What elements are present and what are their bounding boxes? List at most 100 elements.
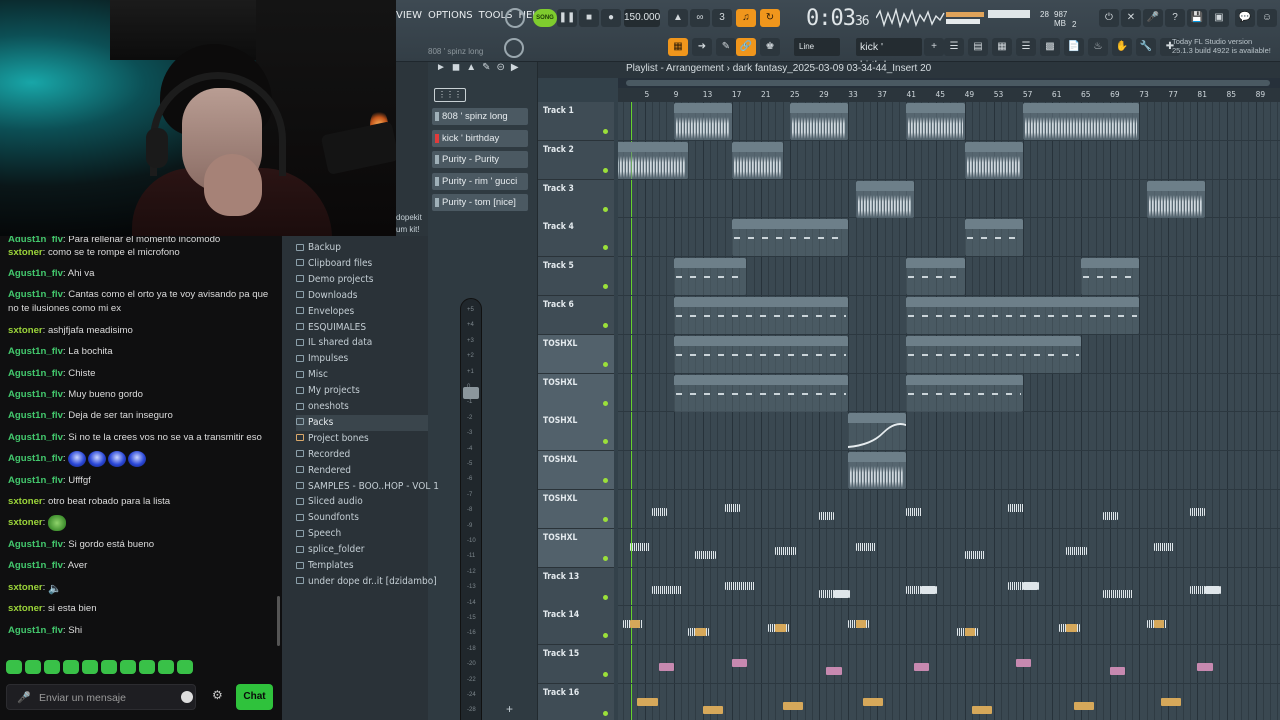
help-icon[interactable]: ? xyxy=(1165,9,1185,27)
quick-emote-icon[interactable] xyxy=(63,660,79,674)
snap-selector[interactable]: Line xyxy=(794,38,840,56)
audio-fragment[interactable] xyxy=(731,659,748,668)
quick-emote-icon[interactable] xyxy=(82,660,98,674)
playlist-clip[interactable]: Purit..ucci Purity..' gucci xyxy=(906,374,1023,412)
playlist-clip[interactable]: Param..x level xyxy=(848,413,907,451)
audio-fragment[interactable] xyxy=(1102,512,1119,520)
track-mute-led[interactable] xyxy=(603,206,608,212)
playlist-clip[interactable]: Dark Fantasy xyxy=(618,141,689,179)
countdown-icon[interactable]: 3 xyxy=(712,9,732,27)
browser-folder[interactable]: Backup xyxy=(296,240,341,256)
quick-emote-icon[interactable] xyxy=(101,660,117,674)
browser-folder[interactable]: Rendered xyxy=(296,463,351,479)
audio-fragment[interactable] xyxy=(1015,659,1031,668)
chat-username[interactable]: Agust1n_flv xyxy=(8,539,63,550)
browser-folder[interactable]: Project bones xyxy=(296,431,369,447)
piano-roll-icon[interactable]: ▤ xyxy=(968,38,988,56)
chat-username[interactable]: Agust1n_flv xyxy=(8,289,63,300)
add-pattern-icon[interactable]: + xyxy=(924,38,944,56)
chat-bubble-icon[interactable]: 💬 xyxy=(1235,9,1255,27)
track-mute-led[interactable] xyxy=(603,323,608,328)
track-header[interactable]: TOSHXL xyxy=(538,451,614,491)
browser-folder[interactable]: Soundfonts xyxy=(296,510,359,526)
audio-fragment[interactable] xyxy=(826,667,842,676)
playlist-clip[interactable]: 808 '..long 808 '..long xyxy=(731,219,849,257)
mic-record-icon[interactable]: 🎤 xyxy=(1143,9,1163,27)
arrangement-grid[interactable]: Dark Fantasy Dark Fantasy Dark F..asy #4 D… xyxy=(618,102,1280,720)
track-header[interactable]: TOSHXL xyxy=(538,373,614,413)
audio-fragment[interactable] xyxy=(695,628,706,637)
mic-icon[interactable]: 🎤 xyxy=(17,691,31,704)
browser-folder[interactable]: Sliced audio xyxy=(296,494,363,510)
audio-fragment[interactable] xyxy=(1102,589,1134,598)
audio-fragment[interactable] xyxy=(651,508,668,516)
add-channel-icon[interactable]: + xyxy=(506,702,513,716)
audio-fragment[interactable] xyxy=(702,706,724,714)
track-header[interactable]: TOSHXL xyxy=(538,412,614,452)
chat-scrollbar[interactable] xyxy=(277,596,280,646)
chat-username[interactable]: Agust1n_flv xyxy=(8,453,63,464)
chat-username[interactable]: sxtoner xyxy=(8,247,43,258)
audio-fragment[interactable] xyxy=(1153,542,1175,551)
plugin-icon[interactable]: ♨ xyxy=(1088,38,1108,56)
audio-fragment[interactable] xyxy=(862,698,884,706)
playlist-clip[interactable]: 808 '..z long xyxy=(964,219,1023,257)
loop-record-icon[interactable]: ↻ xyxy=(760,9,780,27)
touch-icon[interactable]: ✋ xyxy=(1112,38,1132,56)
stamp-icon[interactable]: ♚ xyxy=(760,38,780,56)
track-header[interactable]: TOSHXL xyxy=(538,334,614,374)
mixer-icon[interactable]: ☰ xyxy=(1016,38,1036,56)
browser-folder[interactable]: ESQUIMALES xyxy=(296,320,366,336)
audio-fragment[interactable] xyxy=(855,542,876,551)
cpu-icon[interactable]: ⏻ xyxy=(1099,9,1119,27)
chat-username[interactable]: Agust1n_flv xyxy=(8,475,63,486)
arrow-right-icon[interactable]: ➜ xyxy=(692,38,712,56)
menu-view[interactable]: VIEW xyxy=(396,10,422,21)
audio-fragment[interactable] xyxy=(695,550,716,559)
playlist-clip[interactable] xyxy=(848,452,907,490)
audio-fragment[interactable] xyxy=(775,624,786,633)
tempo-display[interactable]: 150.000 xyxy=(624,9,660,27)
gear-icon[interactable]: ⚙ xyxy=(212,688,223,702)
audio-fragment[interactable] xyxy=(1008,504,1024,512)
playlist-snap-icon[interactable]: ▦ xyxy=(668,38,688,56)
chat-username[interactable]: sxtoner xyxy=(8,325,43,336)
song-mode-toggle[interactable]: SONG xyxy=(533,9,557,27)
browser-folder[interactable]: Misc xyxy=(296,367,328,383)
account-icon[interactable]: ☺ xyxy=(1257,9,1277,27)
play-button[interactable]: ❚❚ xyxy=(557,9,577,27)
track-header[interactable]: Track 1 xyxy=(538,102,614,141)
master-pitch-knob[interactable] xyxy=(504,38,524,58)
step-edit-icon[interactable]: ♫ xyxy=(736,9,756,27)
chat-username[interactable]: Agust1n_flv xyxy=(8,625,63,636)
audio-fragment[interactable] xyxy=(1066,624,1077,633)
tools-icon[interactable]: ✕ xyxy=(1121,9,1141,27)
playlist-clip[interactable]: Dar..y #2 xyxy=(964,141,1023,179)
pattern-item[interactable]: Purity - rim ' gucci xyxy=(432,172,528,190)
track-mute-led[interactable] xyxy=(603,284,608,290)
quick-emote-icon[interactable] xyxy=(177,660,193,674)
quick-emote-icon[interactable] xyxy=(25,660,41,674)
audio-fragment[interactable] xyxy=(630,620,641,629)
pattern-selector[interactable]: kick ' birthday xyxy=(856,38,922,71)
playlist-clip[interactable] xyxy=(673,258,747,296)
audio-fragment[interactable] xyxy=(775,546,796,555)
audio-fragment[interactable] xyxy=(971,706,993,714)
browser-icon[interactable]: ▩ xyxy=(1040,38,1060,56)
track-mute-led[interactable] xyxy=(603,478,608,484)
track-header[interactable]: Track 14 xyxy=(538,606,614,646)
audio-fragment[interactable] xyxy=(630,542,651,551)
track-header[interactable]: Track 5 xyxy=(538,257,614,297)
track-mute-led[interactable] xyxy=(603,517,608,522)
track-mute-led[interactable] xyxy=(603,439,608,445)
audio-fragment[interactable] xyxy=(819,512,835,520)
audio-fragment[interactable] xyxy=(1190,508,1206,516)
browser-folder[interactable]: Templates xyxy=(296,558,354,574)
stop-button[interactable]: ■ xyxy=(579,9,599,27)
browser-folder[interactable]: under dope dr..it [dzidambo] xyxy=(296,574,437,590)
audio-fragment[interactable] xyxy=(964,550,985,559)
pat-song-knob[interactable] xyxy=(505,8,525,28)
browser-folder[interactable]: Downloads xyxy=(296,288,357,304)
track-header[interactable]: TOSHXL xyxy=(538,528,614,568)
audio-fragment[interactable] xyxy=(906,585,937,594)
